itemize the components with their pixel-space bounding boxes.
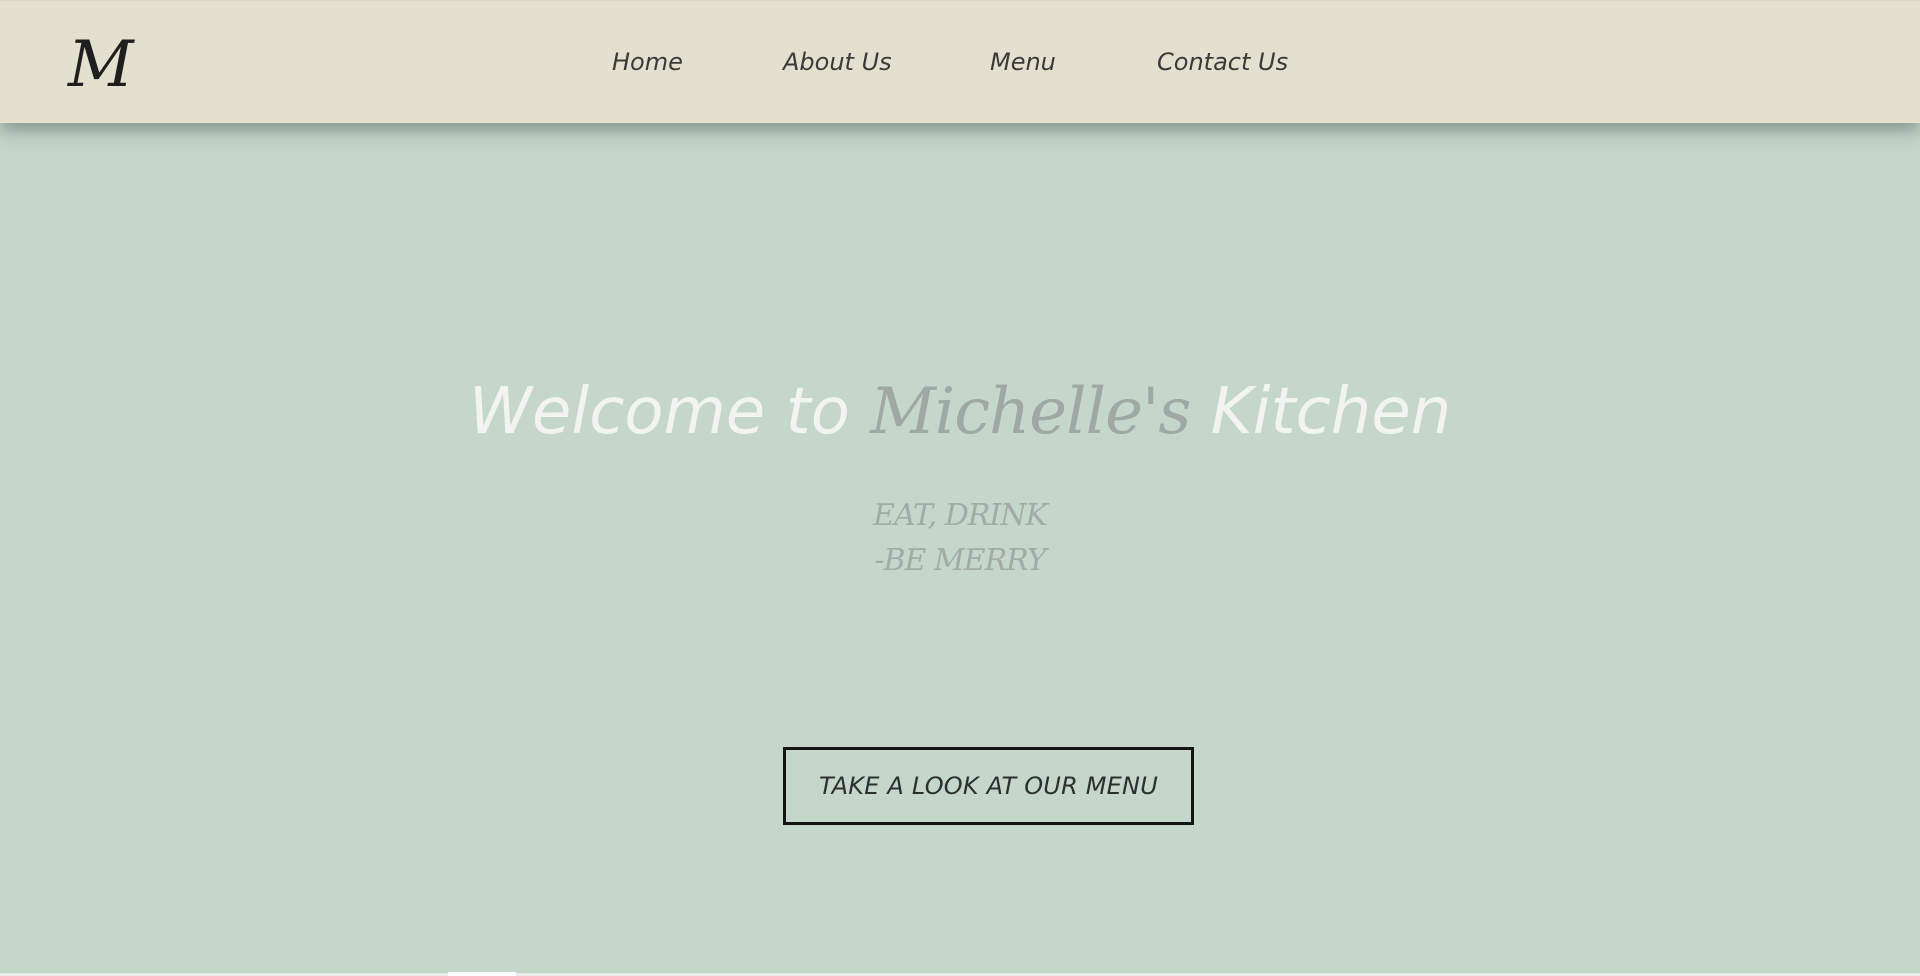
nav-link-menu[interactable]: Menu (990, 45, 1056, 79)
hero-title-brand: Michelle's (870, 375, 1191, 449)
view-menu-button[interactable]: TAKE A LOOK AT OUR MENU (783, 747, 1194, 825)
main-nav: Home About Us Menu Contact Us (0, 45, 1920, 81)
nav-link-about-us[interactable]: About Us (783, 45, 892, 79)
tagline-line-2: -BE MERRY (874, 543, 1046, 578)
nav-link-home[interactable]: Home (612, 45, 683, 79)
bottom-scroll-marker (448, 972, 516, 976)
tagline-line-1: EAT, DRINK (873, 498, 1048, 533)
hero-title-suffix: Kitchen (1190, 375, 1452, 449)
site-header: M Home About Us Menu Contact Us (0, 0, 1920, 123)
hero-title-prefix: Welcome to (468, 375, 871, 449)
hero-title: Welcome to Michelle's Kitchen (0, 372, 1920, 452)
nav-link-contact-us[interactable]: Contact Us (1157, 45, 1288, 79)
